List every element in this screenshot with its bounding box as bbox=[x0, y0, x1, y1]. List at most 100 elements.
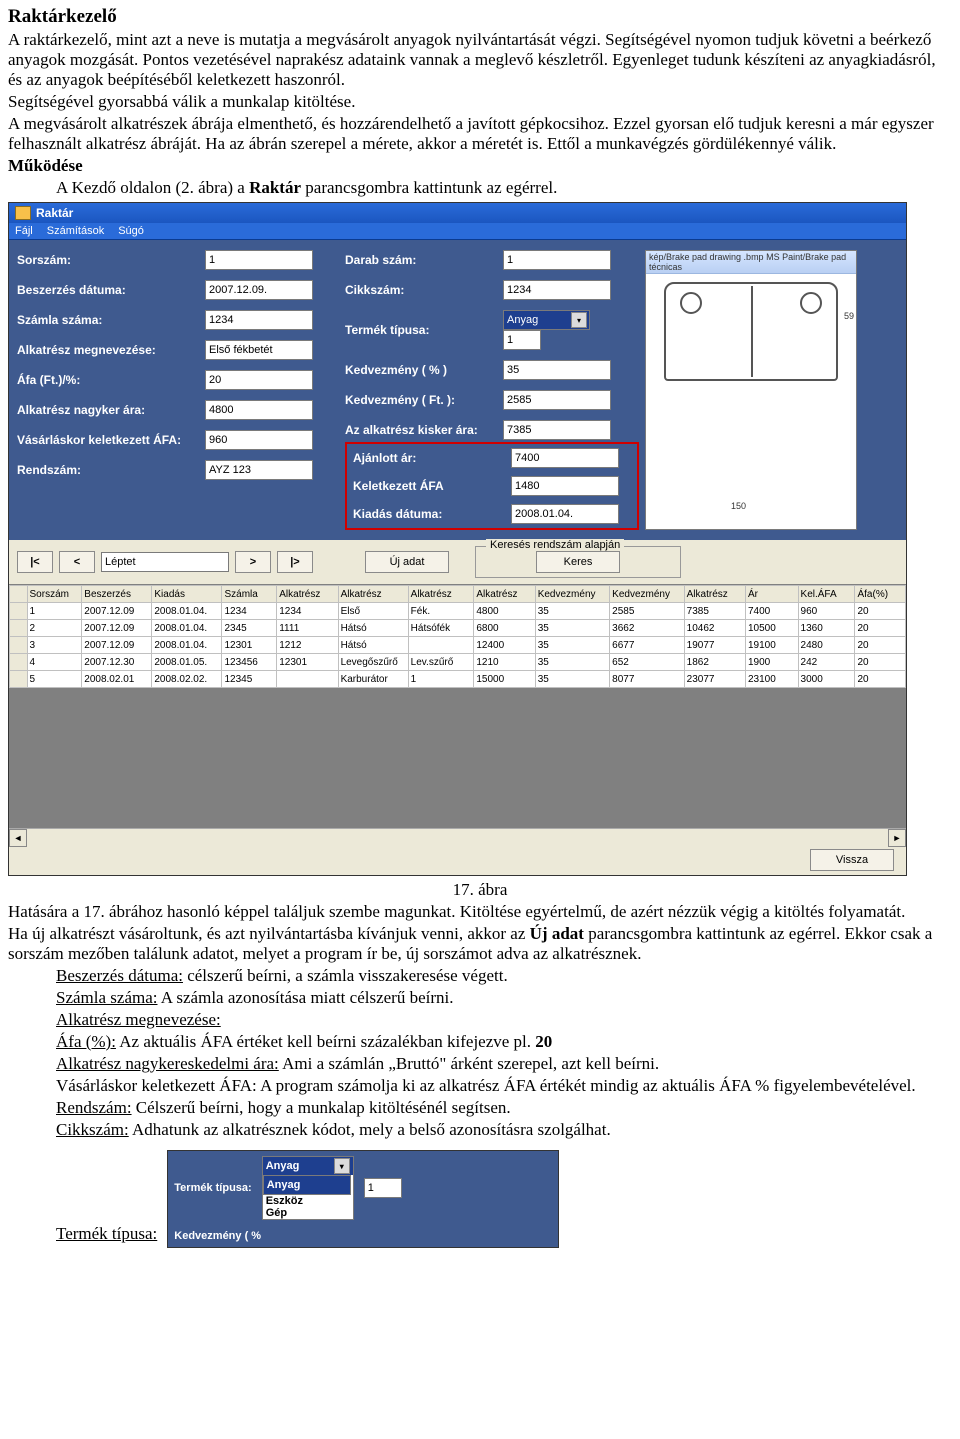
table-header[interactable]: Alkatrész bbox=[474, 586, 535, 603]
kiad-input[interactable] bbox=[511, 504, 619, 524]
menu-sugo[interactable]: Súgó bbox=[118, 225, 144, 237]
table-header[interactable]: Beszerzés bbox=[82, 586, 152, 603]
tipus-select[interactable]: Anyag ▾ bbox=[503, 310, 590, 330]
chevron-down-icon: ▾ bbox=[571, 312, 587, 328]
afa-input[interactable] bbox=[205, 370, 313, 390]
table-row[interactable]: 12007.12.092008.01.04.12341234ElsőFék.48… bbox=[10, 603, 906, 620]
screenshot-dropdown: Termék típusa: Anyag ▾ Anyag Eszköz Gép … bbox=[167, 1150, 559, 1248]
table-cell: 20 bbox=[855, 671, 906, 688]
vissza-button[interactable]: Vissza bbox=[810, 849, 894, 871]
darab-input[interactable] bbox=[503, 250, 611, 270]
ajan-input[interactable] bbox=[511, 448, 619, 468]
scroll-left-icon[interactable]: ◄ bbox=[9, 829, 27, 847]
table-row[interactable]: 22007.12.092008.01.04.23451111HátsóHátsó… bbox=[10, 620, 906, 637]
table-cell: 12301 bbox=[277, 654, 338, 671]
kedvf-input[interactable] bbox=[503, 390, 611, 410]
table-cell: 20 bbox=[855, 654, 906, 671]
table-cell bbox=[10, 654, 28, 671]
shot2-row1: Termék típusa: Anyag ▾ Anyag Eszköz Gép bbox=[168, 1151, 558, 1225]
window-titlebar: Raktár bbox=[9, 203, 906, 223]
table-cell: 20 bbox=[855, 620, 906, 637]
table-header[interactable]: Sorszám bbox=[27, 586, 82, 603]
table-cell: 6800 bbox=[474, 620, 535, 637]
l7: Célszerű beírni, hogy a munkalap kitölté… bbox=[132, 1098, 511, 1117]
table-cell: 1234 bbox=[222, 603, 277, 620]
data-table[interactable]: SorszámBeszerzésKiadásSzámlaAlkatrészAlk… bbox=[9, 585, 906, 688]
kisker-input[interactable] bbox=[503, 420, 611, 440]
nav-first-button[interactable]: |< bbox=[17, 551, 53, 573]
figure-caption: 17. ábra bbox=[8, 880, 952, 900]
menu-fajl[interactable]: Fájl bbox=[15, 225, 33, 237]
keres-button[interactable]: Keres bbox=[536, 551, 620, 573]
tipus-label: Termék típusa: bbox=[345, 323, 495, 337]
tipus-wrap: Anyag ▾ bbox=[503, 310, 623, 350]
brakepad-drawing bbox=[664, 282, 838, 381]
table-header[interactable]: Kiadás bbox=[152, 586, 222, 603]
table-header[interactable]: Alkatrész bbox=[684, 586, 745, 603]
beszerzes-input[interactable] bbox=[205, 280, 313, 300]
nagyker-input[interactable] bbox=[205, 400, 313, 420]
mukodese-line: A Kezdő oldalon (2. ábra) a Raktár paran… bbox=[56, 178, 952, 198]
intro-0: A raktárkezelő, mint azt a neve is mutat… bbox=[8, 30, 952, 90]
shot2-extra-input[interactable] bbox=[364, 1178, 402, 1198]
opt-gep[interactable]: Gép bbox=[263, 1207, 353, 1219]
table-header[interactable]: Alkatrész bbox=[277, 586, 338, 603]
after-p1: Hatására a 17. ábrához hasonló képpel ta… bbox=[8, 902, 952, 922]
szamla-input[interactable] bbox=[205, 310, 313, 330]
nav-step-input[interactable] bbox=[101, 552, 229, 572]
table-cell: 960 bbox=[798, 603, 855, 620]
table-row[interactable]: 32007.12.092008.01.04.123011212Hátsó1240… bbox=[10, 637, 906, 654]
cikk-input[interactable] bbox=[503, 280, 611, 300]
nav-prev-button[interactable]: < bbox=[59, 551, 95, 573]
line-beszerzes: Beszerzés dátuma: célszerű beírni, a szá… bbox=[56, 966, 952, 986]
table-row[interactable]: 42007.12.302008.01.05.12345612301Levegős… bbox=[10, 654, 906, 671]
vafa-label: Vásárláskor keletkezett ÁFA: bbox=[17, 433, 197, 447]
megnev-input[interactable] bbox=[205, 340, 313, 360]
line-vafa: Vásárláskor keletkezett ÁFA: A program s… bbox=[56, 1076, 952, 1096]
table-header[interactable] bbox=[10, 586, 28, 603]
scroll-right-icon[interactable]: ► bbox=[888, 829, 906, 847]
kafa-input[interactable] bbox=[511, 476, 619, 496]
table-header[interactable]: Ár bbox=[745, 586, 798, 603]
uj-adat-button[interactable]: Új adat bbox=[365, 551, 449, 573]
kedvp-label: Kedvezmény ( % ) bbox=[345, 363, 495, 377]
shot2-dropdown[interactable]: Anyag ▾ Anyag Eszköz Gép bbox=[262, 1156, 354, 1220]
kedvp-input[interactable] bbox=[503, 360, 611, 380]
table-header[interactable]: Számla bbox=[222, 586, 277, 603]
l4b: 20 bbox=[535, 1032, 552, 1051]
vafa-input[interactable] bbox=[205, 430, 313, 450]
nav-next-button[interactable]: > bbox=[235, 551, 271, 573]
search-fieldset: Keresés rendszám alapján Keres bbox=[475, 546, 681, 578]
table-cell: 3662 bbox=[610, 620, 684, 637]
table-cell: 2008.02.01 bbox=[82, 671, 152, 688]
table-cell: 2008.02.02. bbox=[152, 671, 222, 688]
table-header[interactable]: Áfa(%) bbox=[855, 586, 906, 603]
table-cell: 35 bbox=[535, 603, 609, 620]
opt-anyag[interactable]: Anyag bbox=[263, 1175, 351, 1195]
l7u: Rendszám: bbox=[56, 1098, 132, 1117]
table-header[interactable]: Alkatrész bbox=[338, 586, 408, 603]
table-cell: 20 bbox=[855, 603, 906, 620]
l4a: Az aktuális ÁFA értéket kell beírni száz… bbox=[116, 1032, 535, 1051]
table-header[interactable]: Kedvezmény bbox=[535, 586, 609, 603]
opt-eszkoz[interactable]: Eszköz bbox=[263, 1195, 353, 1207]
table-cell bbox=[277, 671, 338, 688]
table-header[interactable]: Kedvezmény bbox=[610, 586, 684, 603]
table-cell: 3 bbox=[27, 637, 82, 654]
menu-szamitasok[interactable]: Számítások bbox=[47, 225, 104, 237]
table-header[interactable]: Kel.ÁFA bbox=[798, 586, 855, 603]
mukodese-heading: Működése bbox=[8, 156, 952, 176]
sorszam-input[interactable] bbox=[205, 250, 313, 270]
table-row[interactable]: 52008.02.012008.02.02.12345Karburátor115… bbox=[10, 671, 906, 688]
table-cell: 2 bbox=[27, 620, 82, 637]
table-cell: 7400 bbox=[745, 603, 798, 620]
nav-last-button[interactable]: |> bbox=[277, 551, 313, 573]
kedvf-label: Kedvezmény ( Ft. ): bbox=[345, 393, 495, 407]
l1: célszerű beírni, a számla visszakeresése… bbox=[183, 966, 508, 985]
h-scrollbar[interactable]: ◄ ► bbox=[9, 828, 906, 845]
table-cell: 19100 bbox=[745, 637, 798, 654]
tipus-extra-input[interactable] bbox=[503, 330, 541, 350]
table-header[interactable]: Alkatrész bbox=[408, 586, 474, 603]
rendszam-input[interactable] bbox=[205, 460, 313, 480]
table-cell: 35 bbox=[535, 637, 609, 654]
